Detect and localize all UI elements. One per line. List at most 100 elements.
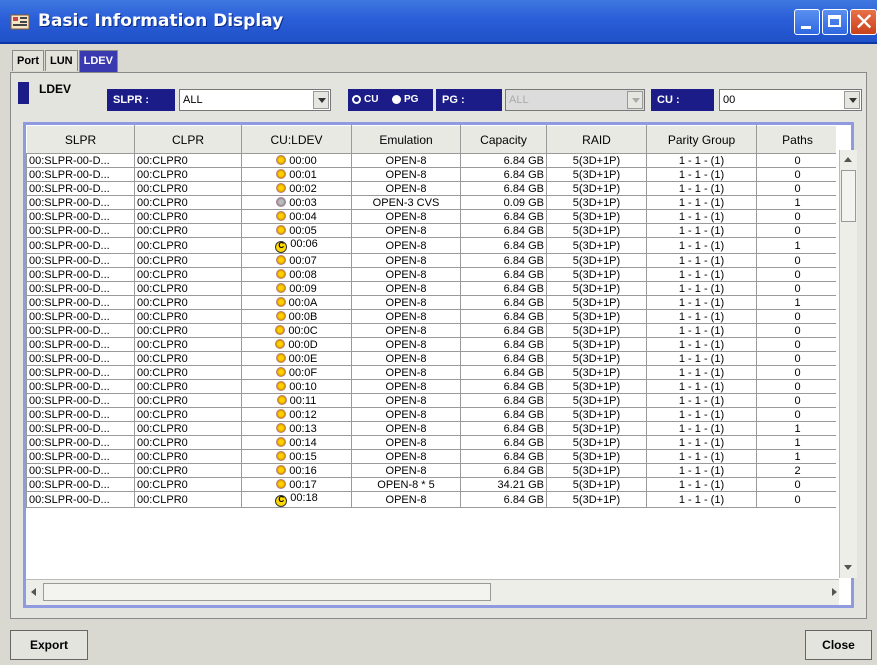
cell-parity: 1 - 1 - (1) xyxy=(646,463,757,478)
table-row[interactable]: 00:SLPR-00-D... 00:CLPR0 00:00 OPEN-8 6.84 G… xyxy=(26,153,836,168)
cell-capacity: 6.84 GB xyxy=(460,449,547,464)
cell-clpr: 00:CLPR0 xyxy=(134,323,242,338)
cell-paths: 0 xyxy=(756,167,836,182)
table-row[interactable]: 00:SLPR-00-D... 00:CLPR0 00:0C OPEN-8 6.84 G… xyxy=(26,323,836,338)
table-row[interactable]: 00:SLPR-00-D... 00:CLPR0 00:04 OPEN-8 6.84 G… xyxy=(26,209,836,224)
table-row[interactable]: 00:SLPR-00-D... 00:CLPR0 00:11 OPEN-8 6.84 G… xyxy=(26,393,836,408)
cell-paths: 0 xyxy=(756,181,836,196)
tab-lun[interactable]: LUN xyxy=(45,50,78,71)
table-row[interactable]: 00:SLPR-00-D... 00:CLPR0 00:13 OPEN-8 6.84 G… xyxy=(26,421,836,436)
minimize-button[interactable] xyxy=(794,9,820,35)
vertical-scroll-thumb[interactable] xyxy=(841,170,856,222)
window-titlebar[interactable]: Basic Information Display ✕ xyxy=(0,0,877,44)
cell-capacity: 6.84 GB xyxy=(460,337,547,352)
cell-paths: 0 xyxy=(756,393,836,408)
cell-paths: 0 xyxy=(756,323,836,338)
maximize-button[interactable] xyxy=(822,9,848,35)
scroll-down-icon[interactable] xyxy=(844,565,852,570)
table-row[interactable]: 00:SLPR-00-D... 00:CLPR0 00:0B OPEN-8 6.84 G… xyxy=(26,309,836,324)
ldev-table-viewport[interactable]: SLPR CLPR CU:LDEV Emulation Capacity RAI… xyxy=(26,125,836,578)
pg-value: ALL xyxy=(509,94,529,106)
column-header[interactable]: Paths xyxy=(756,125,836,154)
table-row[interactable]: 00:SLPR-00-D... 00:CLPR0 00:15 OPEN-8 6.84 G… xyxy=(26,449,836,464)
ldev-table: SLPR CLPR CU:LDEV Emulation Capacity RAI… xyxy=(26,125,836,508)
ldev-luse-icon xyxy=(276,478,287,489)
table-row[interactable]: 00:SLPR-00-D... 00:CLPR0 00:12 OPEN-8 6.84 G… xyxy=(26,407,836,422)
ldev-id: 00:07 xyxy=(289,254,317,267)
column-header[interactable]: RAID xyxy=(546,125,647,154)
horizontal-scroll-thumb[interactable] xyxy=(43,583,491,601)
column-header[interactable]: CLPR xyxy=(134,125,242,154)
radio-pg[interactable] xyxy=(392,95,401,104)
pg-select: ALL xyxy=(505,89,645,111)
ldev-icon xyxy=(276,436,287,447)
chevron-down-icon[interactable] xyxy=(313,91,329,109)
cell-emulation: OPEN-8 xyxy=(351,449,461,464)
column-header[interactable]: CU:LDEV xyxy=(241,125,352,154)
ldev-icon xyxy=(275,310,286,321)
ldev-c-icon: C xyxy=(275,495,288,507)
close-window-button[interactable]: ✕ xyxy=(850,8,877,36)
cell-emulation: OPEN-8 xyxy=(351,253,461,268)
cell-slpr: 00:SLPR-00-D... xyxy=(26,463,135,478)
slpr-select[interactable]: ALL xyxy=(179,89,331,111)
cell-clpr: 00:CLPR0 xyxy=(134,477,242,492)
radio-cu[interactable] xyxy=(352,95,361,104)
tab-ldev[interactable]: LDEV xyxy=(78,50,118,72)
table-row[interactable]: 00:SLPR-00-D... 00:CLPR0 00:0A OPEN-8 6.84 G… xyxy=(26,295,836,310)
table-row[interactable]: 00:SLPR-00-D... 00:CLPR0 00:02 OPEN-8 6.84 G… xyxy=(26,181,836,196)
ldev-c-icon: C xyxy=(275,241,288,253)
cell-ldev: C 00:18 xyxy=(241,491,352,508)
table-row[interactable]: 00:SLPR-00-D... 00:CLPR0 C 00:18 OPEN-8 6.84 … xyxy=(26,491,836,508)
chevron-down-icon[interactable] xyxy=(844,91,860,109)
cell-emulation: OPEN-3 CVS xyxy=(351,195,461,210)
scroll-left-icon[interactable] xyxy=(31,588,36,596)
table-row[interactable]: 00:SLPR-00-D... 00:CLPR0 00:0F OPEN-8 6.84 G… xyxy=(26,365,836,380)
table-row[interactable]: 00:SLPR-00-D... 00:CLPR0 00:0E OPEN-8 6.84 G… xyxy=(26,351,836,366)
table-row[interactable]: 00:SLPR-00-D... 00:CLPR0 00:09 OPEN-8 6.84 G… xyxy=(26,281,836,296)
cell-slpr: 00:SLPR-00-D... xyxy=(26,209,135,224)
ldev-id: 00:06 xyxy=(290,238,318,251)
horizontal-scrollbar[interactable] xyxy=(26,579,839,605)
table-row[interactable]: 00:SLPR-00-D... 00:CLPR0 00:01 OPEN-8 6.84 G… xyxy=(26,167,836,182)
table-row[interactable]: 00:SLPR-00-D... 00:CLPR0 00:07 OPEN-8 6.84 G… xyxy=(26,253,836,268)
export-button[interactable]: Export xyxy=(10,630,88,660)
table-row[interactable]: 00:SLPR-00-D... 00:CLPR0 00:17 OPEN-8 * 5 34… xyxy=(26,477,836,492)
cell-parity: 1 - 1 - (1) xyxy=(646,167,757,182)
table-row[interactable]: 00:SLPR-00-D... 00:CLPR0 00:14 OPEN-8 6.84 G… xyxy=(26,435,836,450)
ldev-id: 00:0B xyxy=(288,310,318,323)
cell-parity: 1 - 1 - (1) xyxy=(646,237,757,254)
cell-parity: 1 - 1 - (1) xyxy=(646,295,757,310)
scroll-up-icon[interactable] xyxy=(844,157,852,162)
table-row[interactable]: 00:SLPR-00-D... 00:CLPR0 00:08 OPEN-8 6.84 G… xyxy=(26,267,836,282)
table-row[interactable]: 00:SLPR-00-D... 00:CLPR0 00:05 OPEN-8 6.84 G… xyxy=(26,223,836,238)
ldev-icon xyxy=(276,450,287,461)
column-header[interactable]: Capacity xyxy=(460,125,547,154)
cell-parity: 1 - 1 - (1) xyxy=(646,491,757,508)
table-row[interactable]: 00:SLPR-00-D... 00:CLPR0 00:10 OPEN-8 6.84 G… xyxy=(26,379,836,394)
ldev-cvs-icon xyxy=(276,196,287,207)
scroll-right-icon[interactable] xyxy=(832,588,837,596)
cell-parity: 1 - 1 - (1) xyxy=(646,351,757,366)
cu-select[interactable]: 00 xyxy=(719,89,862,111)
table-row[interactable]: 00:SLPR-00-D... 00:CLPR0 00:0D OPEN-8 6.84 G… xyxy=(26,337,836,352)
cell-parity: 1 - 1 - (1) xyxy=(646,253,757,268)
ldev-icon xyxy=(275,366,286,377)
ldev-id: 00:0A xyxy=(288,296,318,309)
ldev-icon xyxy=(276,268,287,279)
cell-capacity: 6.84 GB xyxy=(460,463,547,478)
cell-clpr: 00:CLPR0 xyxy=(134,209,242,224)
close-button[interactable]: Close xyxy=(805,630,872,660)
cell-slpr: 00:SLPR-00-D... xyxy=(26,223,135,238)
cell-paths: 1 xyxy=(756,195,836,210)
column-header[interactable]: Parity Group xyxy=(646,125,757,154)
table-row[interactable]: 00:SLPR-00-D... 00:CLPR0 C 00:06 OPEN-8 6.84 … xyxy=(26,237,836,254)
cell-parity: 1 - 1 - (1) xyxy=(646,267,757,282)
ldev-id: 00:01 xyxy=(289,168,317,181)
column-header[interactable]: Emulation xyxy=(351,125,461,154)
vertical-scrollbar[interactable] xyxy=(839,150,857,578)
tab-port[interactable]: Port xyxy=(12,50,44,71)
table-row[interactable]: 00:SLPR-00-D... 00:CLPR0 00:03 OPEN-3 CVS 0.… xyxy=(26,195,836,210)
table-row[interactable]: 00:SLPR-00-D... 00:CLPR0 00:16 OPEN-8 6.84 G… xyxy=(26,463,836,478)
column-header[interactable]: SLPR xyxy=(26,125,135,154)
